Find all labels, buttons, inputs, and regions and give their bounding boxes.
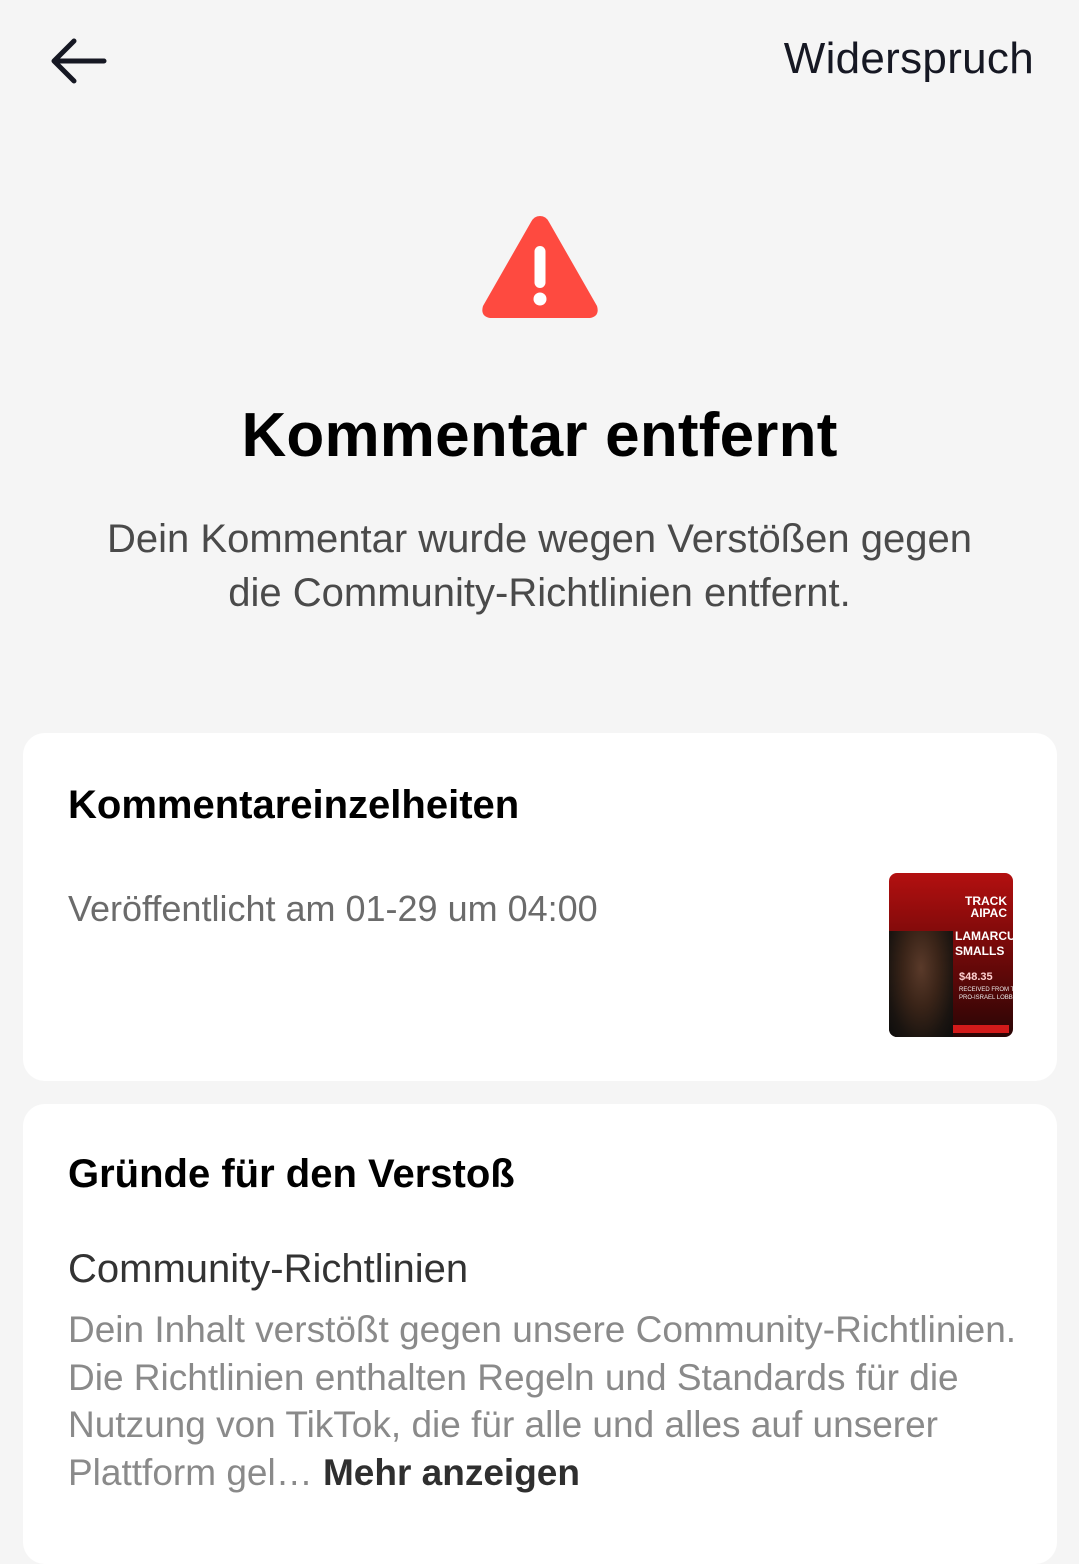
policy-name: Community-Richtlinien	[68, 1247, 469, 1291]
top-bar: Widerspruch	[0, 0, 1079, 120]
show-more-link[interactable]: Mehr anzeigen	[323, 1452, 580, 1493]
comment-details-title: Kommentareinzelheiten	[68, 783, 520, 827]
thumbnail-name-text: LAMARCUS SMALLS	[955, 929, 1013, 958]
violation-text: Dein Inhalt verstößt gegen unsere Commun…	[68, 1306, 1018, 1496]
appeal-button[interactable]: Widerspruch	[784, 34, 1034, 84]
published-date: Veröffentlicht am 01-29 um 04:00	[68, 888, 598, 929]
back-button[interactable]	[40, 26, 116, 96]
removal-description: Dein Kommentar wurde wegen Verstößen geg…	[107, 517, 972, 615]
thumbnail-note-text: RECEIVED FROM T PRO-ISRAEL LOBB	[959, 987, 1013, 1001]
violation-reasons-title: Gründe für den Verstoß	[68, 1152, 515, 1196]
thumbnail-logo-text: TRACK AIPAC	[965, 894, 1007, 920]
thumbnail-footer-bar	[953, 1025, 1009, 1033]
warning-triangle-icon	[482, 216, 598, 318]
page-title: Kommentar entfernt	[241, 401, 838, 470]
thumbnail-amount-text: $48.35	[959, 971, 993, 983]
thumbnail-portrait	[889, 931, 953, 1037]
video-thumbnail[interactable]: TRACK AIPAC LAMARCUS SMALLS $48.35 RECEI…	[889, 873, 1013, 1037]
arrow-left-icon	[51, 38, 107, 84]
violation-reasons-card: Gründe für den Verstoß Community-Richtli…	[23, 1104, 1057, 1564]
comment-details-card: Kommentareinzelheiten Veröffentlicht am …	[23, 733, 1057, 1081]
